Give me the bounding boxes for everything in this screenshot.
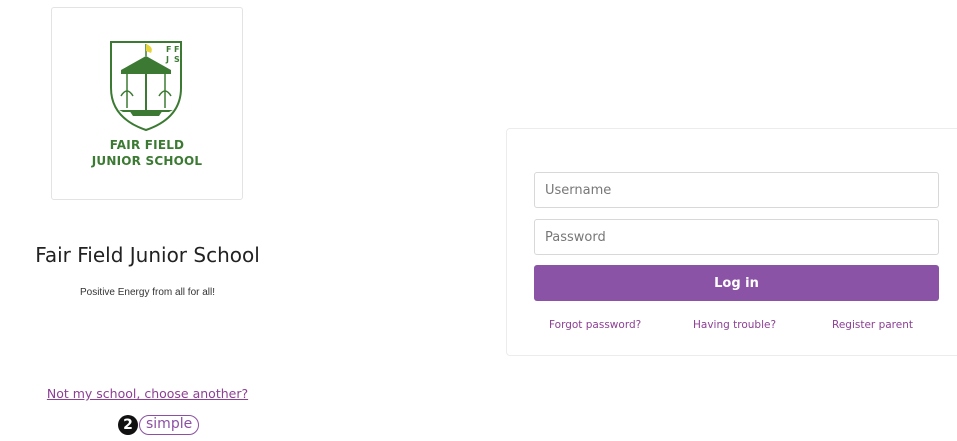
having-trouble-link[interactable]: Having trouble?	[693, 319, 776, 331]
forgot-password-link[interactable]: Forgot password?	[549, 319, 641, 331]
login-button[interactable]: Log in	[534, 265, 939, 301]
school-logo-card: F F J S FAIR FIELD JUNIOR SCHOOL	[51, 7, 243, 200]
brand-number-badge: 2	[118, 415, 138, 435]
crest-letter: S	[174, 55, 180, 64]
logo-text-line2: JUNIOR SCHOOL	[91, 154, 203, 168]
2simple-brand-logo: 2 simple	[118, 414, 200, 436]
password-input[interactable]	[534, 219, 939, 255]
choose-another-school-link[interactable]: Not my school, choose another?	[0, 386, 295, 401]
username-input[interactable]	[534, 172, 939, 208]
school-motto: Positive Energy from all for all!	[79, 287, 216, 298]
brand-word: simple	[139, 415, 200, 435]
crest-letter: J	[165, 55, 169, 64]
crest-letter: F	[166, 45, 171, 54]
school-name-heading: Fair Field Junior School	[35, 243, 260, 267]
register-parent-link[interactable]: Register parent	[832, 319, 913, 331]
crest-letter: F	[174, 45, 179, 54]
school-crest-icon: F F J S	[110, 41, 182, 132]
logo-text-line1: FAIR FIELD	[109, 138, 185, 152]
